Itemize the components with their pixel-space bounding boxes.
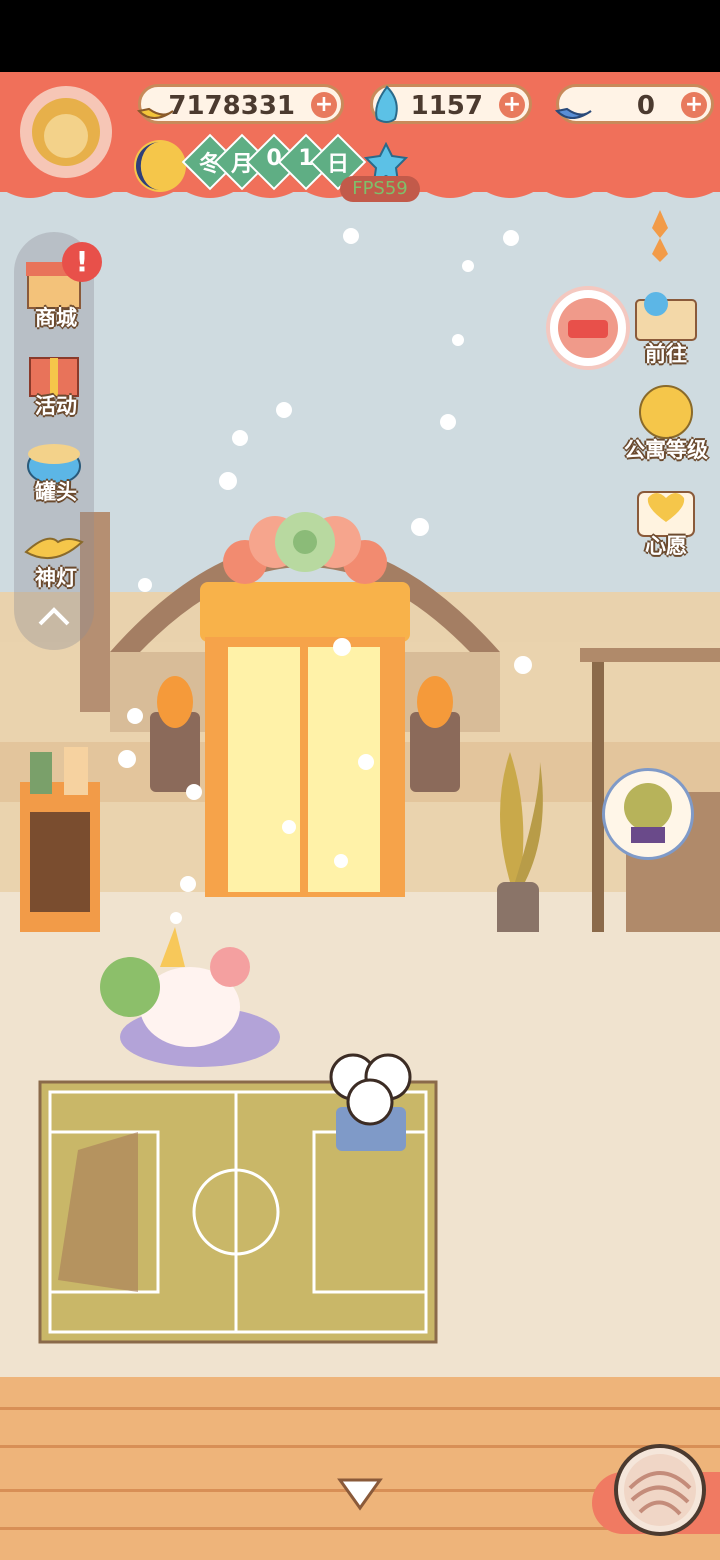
blue-banana-icon xyxy=(554,107,592,119)
map-pin-icon xyxy=(635,292,697,341)
blue-flame-icon xyxy=(375,85,398,123)
blue-flame-currency[interactable]: 1157 + xyxy=(370,84,532,124)
yarn-ball-icon xyxy=(624,1454,696,1526)
add-blue-banana-button[interactable]: + xyxy=(681,92,707,118)
blue-flame-amount: 1157 xyxy=(410,91,483,121)
unicorn-character[interactable] xyxy=(90,927,290,1077)
snowflake xyxy=(180,876,196,892)
event-label: 活动 xyxy=(35,394,77,418)
snowflake xyxy=(452,334,464,346)
magic-lamp-button[interactable]: 神灯 xyxy=(18,512,90,590)
apartment-level-button[interactable]: 公寓等级 xyxy=(624,382,708,462)
snowflake xyxy=(276,402,292,418)
left-side-menu: ! 商城 活动 罐头 神灯 xyxy=(14,232,102,650)
bonsai-tree-bubble[interactable] xyxy=(602,768,694,860)
ball-basket[interactable] xyxy=(328,1047,418,1157)
hud: 7178331 + 1157 + 0 + 冬 月 0 1 日 FPS59 xyxy=(0,72,720,212)
wood-floor xyxy=(0,1377,720,1560)
day-label: 日 xyxy=(326,152,349,177)
yarn-ball-button[interactable] xyxy=(614,1444,706,1536)
snowflake xyxy=(127,708,143,724)
event-button[interactable]: 活动 xyxy=(18,340,90,418)
banana-amount: 7178331 xyxy=(168,91,295,121)
day-night-icon xyxy=(134,140,186,192)
shop-button[interactable]: ! 商城 xyxy=(18,242,102,330)
snowflake xyxy=(334,854,348,868)
lion-avatar-icon xyxy=(20,86,112,178)
snowflake xyxy=(440,414,456,430)
snowflake xyxy=(411,518,429,536)
add-blue-flame-button[interactable]: + xyxy=(499,92,525,118)
snowflake xyxy=(514,656,532,674)
blue-banana-amount: 0 xyxy=(636,91,655,121)
blue-banana-currency[interactable]: 0 + xyxy=(554,84,714,124)
snowflake xyxy=(462,260,474,272)
snowflake xyxy=(138,578,152,592)
apartment-level-label: 公寓等级 xyxy=(624,438,708,462)
canned-food-button[interactable]: 罐头 xyxy=(18,426,90,504)
snowflake xyxy=(170,912,182,924)
status-bar xyxy=(0,0,720,72)
snowflake xyxy=(282,820,296,834)
fps-counter: FPS59 xyxy=(340,176,420,202)
snowflake xyxy=(118,750,136,768)
banana-currency[interactable]: 7178331 + xyxy=(136,84,344,124)
go-to-label: 前往 xyxy=(645,342,687,366)
snowflake xyxy=(219,472,237,490)
bonsai-icon xyxy=(624,783,672,843)
snowflake xyxy=(186,784,202,800)
snowflake xyxy=(503,230,519,246)
wish-button[interactable]: 心愿 xyxy=(626,478,706,558)
magic-lamp-label: 神灯 xyxy=(35,566,77,590)
wish-label: 心愿 xyxy=(645,534,687,558)
collapse-up-chevron-icon[interactable] xyxy=(36,604,72,628)
shop-label: 商城 xyxy=(35,306,77,330)
canned-food-label: 罐头 xyxy=(35,480,77,504)
collapse-down-arrow-icon[interactable] xyxy=(334,1474,386,1514)
snowflake xyxy=(232,430,248,446)
shop-notification-badge: ! xyxy=(62,242,102,282)
hanging-ornament-icon xyxy=(652,210,668,262)
snowflake xyxy=(343,228,359,244)
apartment-level-icon xyxy=(639,385,693,439)
go-to-button[interactable]: 前往 xyxy=(626,286,706,366)
snowflake xyxy=(333,638,351,656)
player-avatar[interactable] xyxy=(10,80,122,184)
snowflake xyxy=(358,754,374,770)
add-banana-button[interactable]: + xyxy=(311,92,337,118)
